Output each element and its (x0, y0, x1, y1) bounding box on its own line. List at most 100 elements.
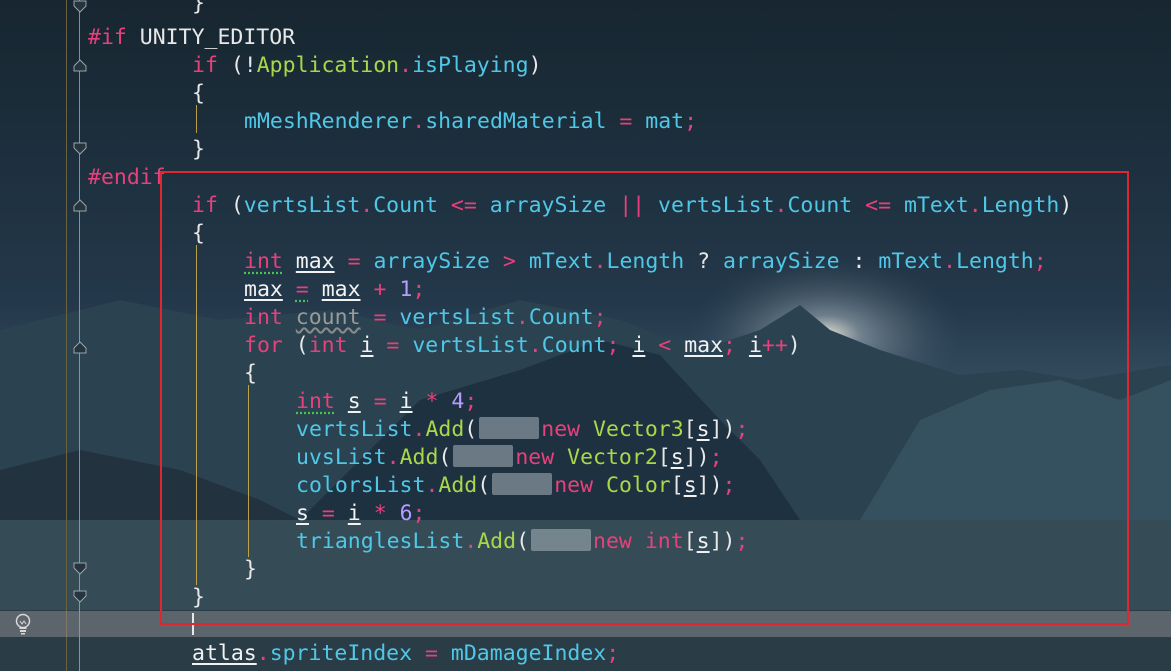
indent-guide (196, 245, 197, 585)
code-line[interactable]: vertsList.Add(new Vector3[s]); (296, 416, 748, 444)
code-line[interactable]: { (192, 80, 205, 108)
code-token: ]) (709, 529, 736, 554)
code-line[interactable]: } (244, 556, 257, 584)
code-line[interactable]: trianglesList.Add(new int[s]); (296, 528, 748, 556)
code-token: = (308, 501, 348, 526)
code-line[interactable]: colorsList.Add(new Color[s]); (296, 472, 735, 500)
code-line[interactable]: } (192, 0, 205, 18)
code-token: . (425, 473, 439, 498)
code-token: . (360, 193, 374, 218)
code-token: ( (282, 333, 309, 358)
code-token: mat (645, 109, 685, 134)
code-token: . (464, 529, 478, 554)
code-token: [ (657, 445, 671, 470)
code-line[interactable]: mMeshRenderer.sharedMaterial = mat; (244, 108, 697, 136)
code-line[interactable]: int s = i * 4; (296, 388, 477, 416)
code-line[interactable]: int count = vertsList.Count; (244, 304, 607, 332)
code-token: <= (852, 193, 904, 218)
code-line[interactable]: } (192, 584, 205, 612)
code-token: Add (399, 445, 439, 470)
code-token: #if (88, 25, 127, 50)
code-token: mText (878, 249, 944, 274)
fold-marker-icon[interactable] (73, 340, 87, 354)
code-line[interactable]: { (192, 220, 205, 248)
code-token: : (839, 249, 879, 274)
code-token: . (399, 53, 413, 78)
code-token: atlas (192, 641, 257, 666)
code-token: [ (670, 473, 684, 498)
indent-guide (196, 105, 197, 133)
code-token: max (321, 277, 361, 302)
fold-marker-icon[interactable] (73, 590, 87, 604)
fold-marker-icon[interactable] (73, 142, 87, 156)
code-token: max (295, 249, 335, 274)
code-token: Length (956, 249, 1034, 274)
code-token: ? (684, 249, 724, 274)
code-token: i (360, 333, 374, 358)
code-token: ; (684, 109, 698, 134)
code-token: trianglesList (296, 529, 465, 554)
fold-marker-icon[interactable] (73, 562, 87, 576)
code-line[interactable]: if (!Application.isPlaying) (192, 52, 542, 80)
redacted-hint (531, 529, 592, 551)
code-line[interactable]: { (244, 360, 257, 388)
code-token: if (192, 53, 218, 78)
code-token: isPlaying (412, 53, 529, 78)
gutter-line-left (66, 0, 67, 671)
code-token: = (360, 305, 400, 330)
indent-guide (248, 385, 249, 557)
code-token: new (593, 529, 632, 554)
code-token: Color (606, 473, 671, 498)
code-token: . (968, 193, 982, 218)
code-line[interactable]: for (int i = vertsList.Count; i < max; i… (244, 332, 801, 360)
code-line[interactable]: s = i * 6; (296, 500, 426, 528)
code-token: mText (528, 249, 594, 274)
code-token: i (347, 501, 361, 526)
code-token: + (360, 277, 400, 302)
code-token: sharedMaterial (425, 109, 607, 134)
fold-marker-icon[interactable] (73, 198, 87, 212)
code-line[interactable]: if (vertsList.Count <= arraySize || vert… (192, 192, 1072, 220)
code-token: = (360, 389, 400, 414)
code-token: vertsList (658, 193, 775, 218)
code-token: <= (437, 193, 490, 218)
code-line[interactable]: int max = arraySize > mText.Length ? arr… (244, 248, 1047, 276)
code-token: . (412, 109, 426, 134)
code-token: = (412, 641, 451, 666)
code-token: ; (722, 473, 736, 498)
code-token: s (696, 529, 710, 554)
code-line[interactable]: #endif (88, 164, 166, 192)
code-token: || (606, 193, 659, 218)
code-token: . (256, 641, 270, 666)
redacted-hint (492, 473, 553, 495)
code-token: > (489, 249, 529, 274)
fold-marker-icon[interactable] (73, 0, 87, 14)
code-token: s (696, 417, 710, 442)
code-line[interactable]: uvsList.Add(new Vector2[s]); (296, 444, 723, 472)
code-line[interactable]: } (192, 136, 205, 164)
code-token: #endif (88, 165, 166, 190)
code-token: int (244, 249, 283, 274)
code-token: = (606, 109, 646, 134)
code-token: int (244, 305, 283, 330)
code-token: ) (528, 53, 542, 78)
code-token: . (528, 333, 542, 358)
code-token: s (296, 501, 309, 526)
fold-marker-icon[interactable] (73, 58, 87, 72)
lightbulb-icon[interactable] (12, 612, 34, 636)
code-line[interactable]: max = max + 1; (244, 276, 425, 304)
code-token: ; (1033, 249, 1047, 274)
code-token: new (515, 445, 555, 470)
code-token: i (748, 333, 762, 358)
code-line[interactable]: #if UNITY_EDITOR (88, 24, 295, 52)
code-token: Count (787, 193, 853, 218)
code-token: arraySize (373, 249, 490, 274)
code-token: Add (438, 473, 478, 498)
code-token: new (541, 417, 581, 442)
code-line[interactable]: atlas.spriteIndex = mDamageIndex; (192, 640, 619, 668)
